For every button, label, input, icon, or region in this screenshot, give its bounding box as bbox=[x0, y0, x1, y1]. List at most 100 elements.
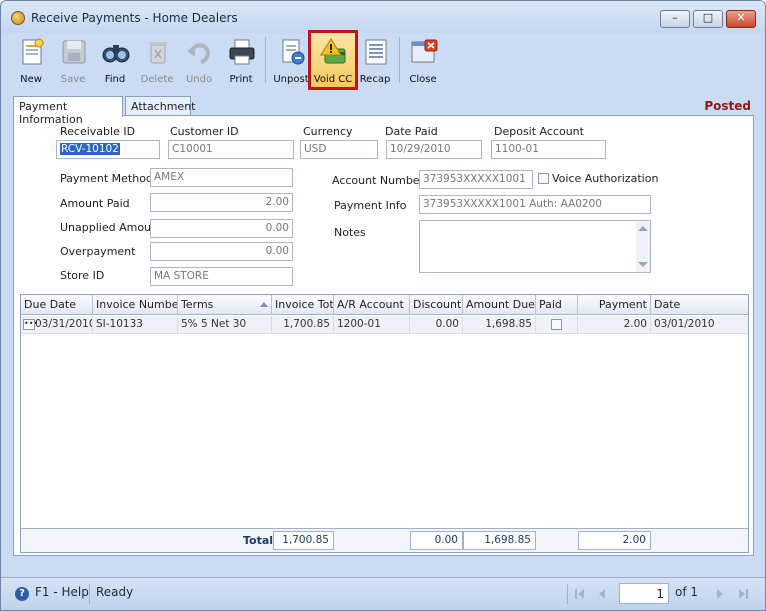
deposit-account-label: Deposit Account bbox=[494, 125, 584, 138]
amount-due-sum: 1,698.85 bbox=[463, 531, 536, 550]
tab-payment-information[interactable]: Payment Information bbox=[13, 96, 123, 126]
payment-method-field[interactable]: AMEX bbox=[150, 168, 293, 187]
notes-textarea[interactable] bbox=[419, 220, 651, 273]
maximize-button[interactable]: □ bbox=[693, 10, 723, 28]
due-date-cell[interactable]: •••03/31/2010 bbox=[21, 316, 93, 334]
receive-payments-window: Receive Payments - Home Dealers – □ ✕ Ne… bbox=[0, 0, 766, 611]
tab-attachment[interactable]: Attachment bbox=[125, 96, 196, 116]
close-doc-icon bbox=[411, 39, 438, 63]
date-paid-field[interactable]: 10/29/2010 bbox=[386, 140, 482, 159]
account-number-field[interactable]: 373953XXXXX1001 bbox=[419, 170, 533, 189]
print-button[interactable]: Print bbox=[219, 35, 263, 87]
discount-cell[interactable]: 0.00 bbox=[410, 316, 463, 334]
column-invoice-number[interactable]: Invoice Number bbox=[93, 295, 178, 315]
customer-id-field[interactable]: C10001 bbox=[168, 140, 294, 159]
paid-cell[interactable] bbox=[536, 316, 578, 334]
column-terms[interactable]: Terms bbox=[178, 295, 272, 315]
overpayment-label: Overpayment bbox=[60, 245, 136, 258]
date-cell[interactable]: 03/01/2010 bbox=[651, 316, 748, 334]
payment-info-label: Payment Info bbox=[334, 199, 407, 212]
window-title: Receive Payments - Home Dealers bbox=[31, 11, 238, 25]
column-amount-due[interactable]: Amount Due bbox=[463, 295, 536, 315]
payment-cell[interactable]: 2.00 bbox=[578, 316, 651, 334]
currency-label: Currency bbox=[303, 125, 353, 138]
total-label: Total bbox=[243, 534, 274, 547]
printer-icon bbox=[229, 39, 255, 65]
save-button[interactable]: Save bbox=[51, 35, 95, 87]
app-icon bbox=[11, 11, 25, 25]
help-icon[interactable]: ? bbox=[15, 587, 29, 601]
payment-sum: 2.00 bbox=[578, 531, 651, 550]
voice-authorization-checkbox[interactable] bbox=[538, 173, 549, 184]
invoice-total-sum: 1,700.85 bbox=[273, 531, 334, 550]
deposit-account-field[interactable]: 1100-01 bbox=[491, 140, 606, 159]
payment-info-field[interactable]: 373953XXXXX1001 Auth: AA0200 bbox=[419, 195, 651, 214]
notes-scrollbar[interactable] bbox=[636, 221, 650, 272]
last-page-icon[interactable] bbox=[739, 589, 745, 599]
payment-information-panel: Receivable ID Customer ID Currency Date … bbox=[13, 115, 754, 556]
status-badge: Posted bbox=[704, 99, 751, 113]
new-button[interactable]: New bbox=[9, 35, 53, 87]
table-row[interactable]: •••03/31/2010 SI-10133 5% 5 Net 30 1,700… bbox=[21, 316, 748, 334]
overpayment-field[interactable]: 0.00 bbox=[150, 242, 293, 261]
column-invoice-total[interactable]: Invoice Total bbox=[272, 295, 334, 315]
column-date[interactable]: Date bbox=[651, 295, 748, 315]
recap-button[interactable]: Recap bbox=[353, 35, 397, 87]
ar-account-cell[interactable]: 1200-01 bbox=[334, 316, 410, 334]
close-window-button[interactable]: ✕ bbox=[726, 10, 756, 28]
status-separator bbox=[567, 584, 568, 604]
page-count-label: of 1 bbox=[675, 585, 699, 599]
unapplied-amount-field[interactable]: 0.00 bbox=[150, 219, 293, 238]
undo-icon bbox=[187, 43, 211, 64]
column-discount[interactable]: Discount bbox=[410, 295, 463, 315]
invoice-total-cell[interactable]: 1,700.85 bbox=[272, 316, 334, 334]
store-id-field[interactable]: MA STORE bbox=[150, 267, 293, 286]
unapplied-amount-label: Unapplied Amount bbox=[60, 221, 163, 234]
toolbar-separator bbox=[265, 37, 266, 83]
paid-checkbox[interactable] bbox=[551, 319, 562, 330]
invoice-number-cell[interactable]: SI-10133 bbox=[93, 316, 178, 334]
minimize-button[interactable]: – bbox=[660, 10, 690, 28]
ellipsis-button-icon[interactable]: ••• bbox=[23, 318, 38, 330]
find-button[interactable]: Find bbox=[93, 35, 137, 87]
column-due-date[interactable]: Due Date bbox=[21, 295, 93, 315]
scroll-down-arrow-icon[interactable] bbox=[638, 262, 648, 267]
discount-sum: 0.00 bbox=[410, 531, 463, 550]
amount-paid-field[interactable]: 2.00 bbox=[150, 193, 293, 212]
receivable-id-field[interactable]: RCV-10102 bbox=[56, 140, 160, 159]
column-payment[interactable]: Payment bbox=[578, 295, 651, 315]
amount-due-cell[interactable]: 1,698.85 bbox=[463, 316, 536, 334]
delete-button[interactable]: Delete bbox=[135, 35, 179, 87]
status-text: Ready bbox=[96, 585, 134, 599]
binoculars-icon bbox=[102, 45, 130, 63]
account-number-label: Account Number bbox=[332, 174, 425, 187]
sort-ascending-icon bbox=[260, 302, 268, 307]
toolbar-separator bbox=[399, 37, 400, 83]
status-separator bbox=[89, 584, 90, 604]
terms-cell[interactable]: 5% 5 Net 30 bbox=[178, 316, 272, 334]
grid-header: Due Date Invoice Number Terms Invoice To… bbox=[21, 295, 748, 315]
currency-field[interactable]: USD bbox=[300, 140, 378, 159]
first-page-icon[interactable] bbox=[578, 589, 584, 599]
previous-page-icon[interactable] bbox=[599, 589, 605, 599]
void-cc-button[interactable]: Void CC bbox=[311, 35, 355, 87]
unpost-button[interactable]: Unpost bbox=[269, 35, 313, 87]
trash-icon bbox=[149, 42, 167, 64]
unpost-icon bbox=[282, 39, 305, 65]
column-paid[interactable]: Paid bbox=[536, 295, 578, 315]
save-icon bbox=[62, 40, 86, 64]
scroll-up-arrow-icon[interactable] bbox=[638, 226, 648, 231]
last-page-bar bbox=[746, 589, 748, 599]
warning-credit-card-icon bbox=[320, 38, 346, 64]
payment-method-label: Payment Method bbox=[60, 172, 153, 185]
store-id-label: Store ID bbox=[60, 269, 105, 282]
page-number-input[interactable]: 1 bbox=[619, 583, 669, 604]
next-page-icon[interactable] bbox=[717, 589, 723, 599]
date-paid-label: Date Paid bbox=[385, 125, 438, 138]
undo-button[interactable]: Undo bbox=[177, 35, 221, 87]
invoice-grid: Due Date Invoice Number Terms Invoice To… bbox=[20, 294, 749, 553]
column-ar-account[interactable]: A/R Account bbox=[334, 295, 410, 315]
notes-label: Notes bbox=[334, 226, 366, 239]
help-label[interactable]: F1 - Help bbox=[35, 585, 89, 599]
close-button[interactable]: Close bbox=[401, 35, 445, 87]
